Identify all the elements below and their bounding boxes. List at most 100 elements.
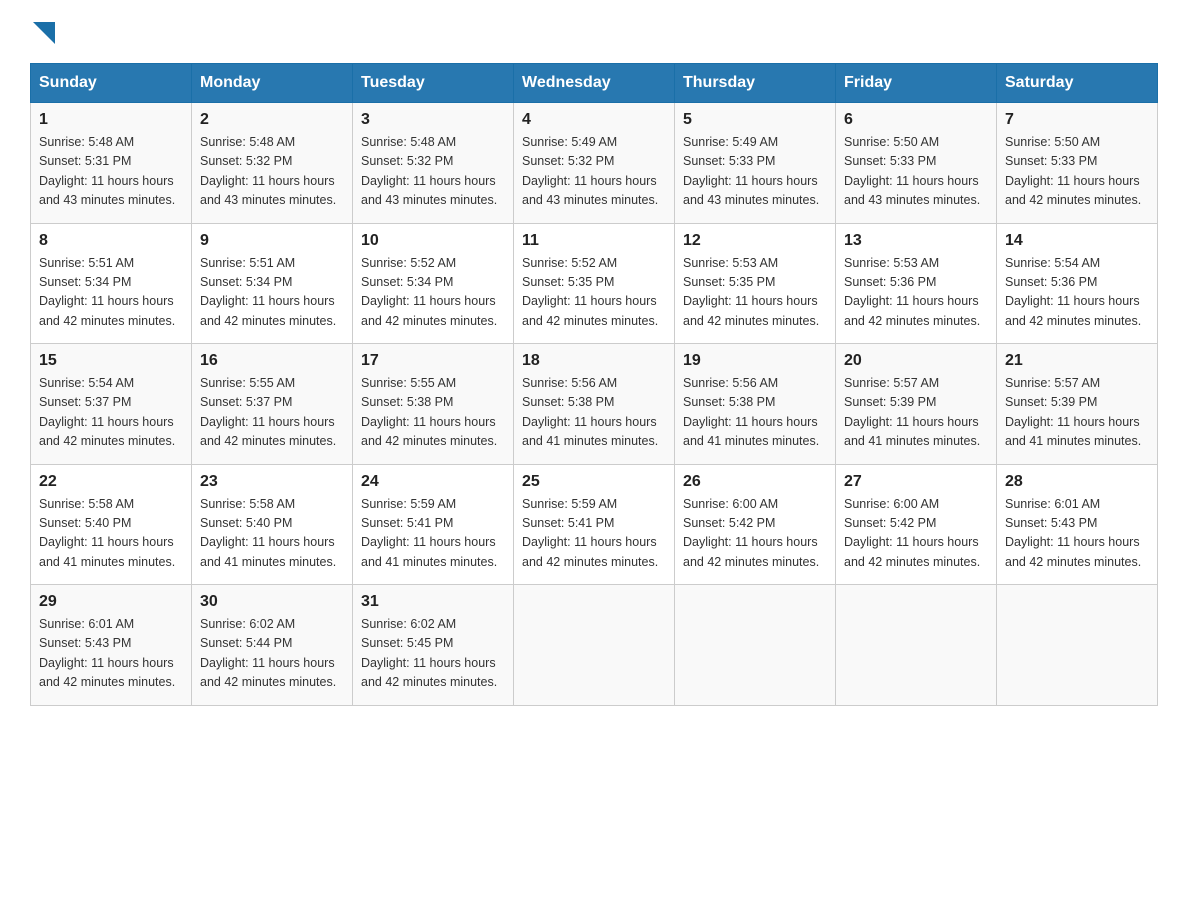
- day-info: Sunrise: 5:53 AMSunset: 5:35 PMDaylight:…: [683, 256, 819, 328]
- day-number: 7: [1005, 111, 1149, 129]
- day-number: 21: [1005, 352, 1149, 370]
- header-thursday: Thursday: [675, 64, 836, 103]
- day-info: Sunrise: 5:48 AMSunset: 5:31 PMDaylight:…: [39, 135, 175, 207]
- day-number: 19: [683, 352, 827, 370]
- header-tuesday: Tuesday: [353, 64, 514, 103]
- header-monday: Monday: [192, 64, 353, 103]
- calendar-cell: 4 Sunrise: 5:49 AMSunset: 5:32 PMDayligh…: [514, 103, 675, 224]
- calendar-week-row: 15 Sunrise: 5:54 AMSunset: 5:37 PMDaylig…: [31, 344, 1158, 465]
- calendar-cell: 11 Sunrise: 5:52 AMSunset: 5:35 PMDaylig…: [514, 223, 675, 344]
- calendar-cell: [997, 585, 1158, 706]
- day-number: 25: [522, 473, 666, 491]
- day-number: 1: [39, 111, 183, 129]
- calendar-cell: 13 Sunrise: 5:53 AMSunset: 5:36 PMDaylig…: [836, 223, 997, 344]
- calendar-cell: 7 Sunrise: 5:50 AMSunset: 5:33 PMDayligh…: [997, 103, 1158, 224]
- calendar-cell: 8 Sunrise: 5:51 AMSunset: 5:34 PMDayligh…: [31, 223, 192, 344]
- calendar-cell: 5 Sunrise: 5:49 AMSunset: 5:33 PMDayligh…: [675, 103, 836, 224]
- calendar-cell: [675, 585, 836, 706]
- day-number: 8: [39, 232, 183, 250]
- day-info: Sunrise: 5:50 AMSunset: 5:33 PMDaylight:…: [1005, 135, 1141, 207]
- header-saturday: Saturday: [997, 64, 1158, 103]
- day-info: Sunrise: 5:55 AMSunset: 5:37 PMDaylight:…: [200, 376, 336, 448]
- calendar-cell: [514, 585, 675, 706]
- day-number: 11: [522, 232, 666, 250]
- day-number: 4: [522, 111, 666, 129]
- calendar-cell: 21 Sunrise: 5:57 AMSunset: 5:39 PMDaylig…: [997, 344, 1158, 465]
- day-number: 14: [1005, 232, 1149, 250]
- day-number: 27: [844, 473, 988, 491]
- day-number: 29: [39, 593, 183, 611]
- header-wednesday: Wednesday: [514, 64, 675, 103]
- day-info: Sunrise: 5:54 AMSunset: 5:37 PMDaylight:…: [39, 376, 175, 448]
- day-number: 31: [361, 593, 505, 611]
- day-info: Sunrise: 5:48 AMSunset: 5:32 PMDaylight:…: [361, 135, 497, 207]
- logo-arrow-icon: [33, 22, 55, 49]
- calendar-cell: 12 Sunrise: 5:53 AMSunset: 5:35 PMDaylig…: [675, 223, 836, 344]
- calendar-cell: 14 Sunrise: 5:54 AMSunset: 5:36 PMDaylig…: [997, 223, 1158, 344]
- calendar-cell: 3 Sunrise: 5:48 AMSunset: 5:32 PMDayligh…: [353, 103, 514, 224]
- day-number: 3: [361, 111, 505, 129]
- day-number: 20: [844, 352, 988, 370]
- calendar-cell: 29 Sunrise: 6:01 AMSunset: 5:43 PMDaylig…: [31, 585, 192, 706]
- calendar-cell: 2 Sunrise: 5:48 AMSunset: 5:32 PMDayligh…: [192, 103, 353, 224]
- day-number: 5: [683, 111, 827, 129]
- day-number: 13: [844, 232, 988, 250]
- calendar-week-row: 8 Sunrise: 5:51 AMSunset: 5:34 PMDayligh…: [31, 223, 1158, 344]
- day-info: Sunrise: 5:59 AMSunset: 5:41 PMDaylight:…: [361, 497, 497, 569]
- day-info: Sunrise: 5:59 AMSunset: 5:41 PMDaylight:…: [522, 497, 658, 569]
- day-info: Sunrise: 5:58 AMSunset: 5:40 PMDaylight:…: [39, 497, 175, 569]
- calendar-cell: 23 Sunrise: 5:58 AMSunset: 5:40 PMDaylig…: [192, 464, 353, 585]
- day-info: Sunrise: 6:01 AMSunset: 5:43 PMDaylight:…: [1005, 497, 1141, 569]
- calendar-cell: 19 Sunrise: 5:56 AMSunset: 5:38 PMDaylig…: [675, 344, 836, 465]
- calendar-cell: 15 Sunrise: 5:54 AMSunset: 5:37 PMDaylig…: [31, 344, 192, 465]
- day-info: Sunrise: 5:48 AMSunset: 5:32 PMDaylight:…: [200, 135, 336, 207]
- calendar-cell: 30 Sunrise: 6:02 AMSunset: 5:44 PMDaylig…: [192, 585, 353, 706]
- logo: [30, 20, 55, 43]
- day-info: Sunrise: 5:49 AMSunset: 5:32 PMDaylight:…: [522, 135, 658, 207]
- day-number: 26: [683, 473, 827, 491]
- calendar-cell: 25 Sunrise: 5:59 AMSunset: 5:41 PMDaylig…: [514, 464, 675, 585]
- calendar-cell: [836, 585, 997, 706]
- calendar-cell: 18 Sunrise: 5:56 AMSunset: 5:38 PMDaylig…: [514, 344, 675, 465]
- day-number: 2: [200, 111, 344, 129]
- calendar-cell: 9 Sunrise: 5:51 AMSunset: 5:34 PMDayligh…: [192, 223, 353, 344]
- header-friday: Friday: [836, 64, 997, 103]
- page-header: [30, 20, 1158, 43]
- day-number: 10: [361, 232, 505, 250]
- day-info: Sunrise: 6:00 AMSunset: 5:42 PMDaylight:…: [844, 497, 980, 569]
- day-info: Sunrise: 5:52 AMSunset: 5:35 PMDaylight:…: [522, 256, 658, 328]
- day-info: Sunrise: 5:52 AMSunset: 5:34 PMDaylight:…: [361, 256, 497, 328]
- day-number: 30: [200, 593, 344, 611]
- calendar-cell: 10 Sunrise: 5:52 AMSunset: 5:34 PMDaylig…: [353, 223, 514, 344]
- day-info: Sunrise: 5:51 AMSunset: 5:34 PMDaylight:…: [200, 256, 336, 328]
- calendar-cell: 28 Sunrise: 6:01 AMSunset: 5:43 PMDaylig…: [997, 464, 1158, 585]
- calendar-cell: 26 Sunrise: 6:00 AMSunset: 5:42 PMDaylig…: [675, 464, 836, 585]
- calendar-cell: 20 Sunrise: 5:57 AMSunset: 5:39 PMDaylig…: [836, 344, 997, 465]
- day-info: Sunrise: 6:02 AMSunset: 5:44 PMDaylight:…: [200, 617, 336, 689]
- day-info: Sunrise: 5:49 AMSunset: 5:33 PMDaylight:…: [683, 135, 819, 207]
- day-number: 28: [1005, 473, 1149, 491]
- day-number: 18: [522, 352, 666, 370]
- day-info: Sunrise: 5:58 AMSunset: 5:40 PMDaylight:…: [200, 497, 336, 569]
- day-info: Sunrise: 6:00 AMSunset: 5:42 PMDaylight:…: [683, 497, 819, 569]
- day-info: Sunrise: 5:50 AMSunset: 5:33 PMDaylight:…: [844, 135, 980, 207]
- calendar-header-row: SundayMondayTuesdayWednesdayThursdayFrid…: [31, 64, 1158, 103]
- calendar-cell: 1 Sunrise: 5:48 AMSunset: 5:31 PMDayligh…: [31, 103, 192, 224]
- day-number: 15: [39, 352, 183, 370]
- day-info: Sunrise: 5:57 AMSunset: 5:39 PMDaylight:…: [1005, 376, 1141, 448]
- day-info: Sunrise: 6:01 AMSunset: 5:43 PMDaylight:…: [39, 617, 175, 689]
- day-info: Sunrise: 5:53 AMSunset: 5:36 PMDaylight:…: [844, 256, 980, 328]
- day-info: Sunrise: 5:57 AMSunset: 5:39 PMDaylight:…: [844, 376, 980, 448]
- calendar-cell: 27 Sunrise: 6:00 AMSunset: 5:42 PMDaylig…: [836, 464, 997, 585]
- calendar-week-row: 22 Sunrise: 5:58 AMSunset: 5:40 PMDaylig…: [31, 464, 1158, 585]
- day-number: 6: [844, 111, 988, 129]
- day-number: 22: [39, 473, 183, 491]
- calendar-cell: 17 Sunrise: 5:55 AMSunset: 5:38 PMDaylig…: [353, 344, 514, 465]
- day-number: 16: [200, 352, 344, 370]
- day-info: Sunrise: 5:56 AMSunset: 5:38 PMDaylight:…: [683, 376, 819, 448]
- day-info: Sunrise: 6:02 AMSunset: 5:45 PMDaylight:…: [361, 617, 497, 689]
- day-number: 17: [361, 352, 505, 370]
- day-info: Sunrise: 5:56 AMSunset: 5:38 PMDaylight:…: [522, 376, 658, 448]
- calendar-week-row: 1 Sunrise: 5:48 AMSunset: 5:31 PMDayligh…: [31, 103, 1158, 224]
- day-number: 24: [361, 473, 505, 491]
